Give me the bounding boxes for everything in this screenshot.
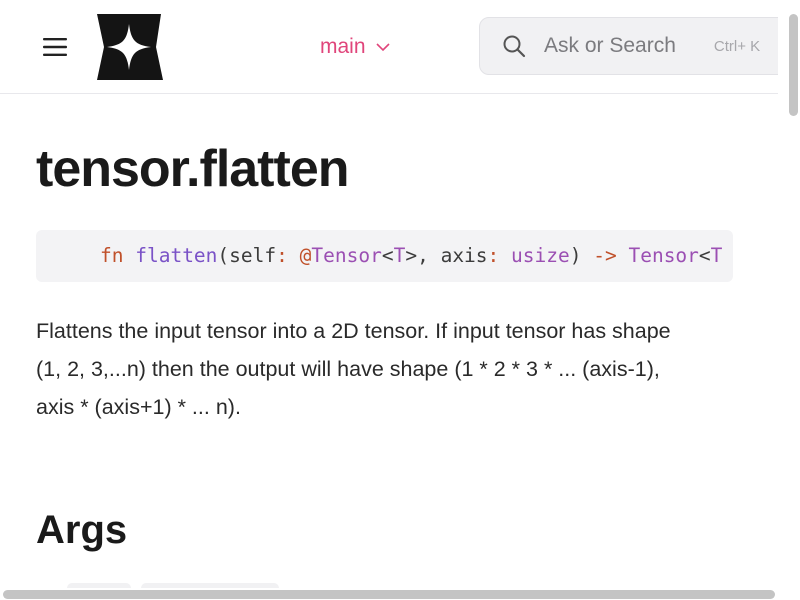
code-return-tensor: Tensor	[628, 244, 699, 267]
code-at-sign: @	[299, 244, 312, 267]
menu-button[interactable]	[36, 30, 74, 64]
code-function-name: flatten	[135, 244, 218, 267]
code-type-usize: usize	[511, 244, 570, 267]
search-bar[interactable]: Ask or Search Ctrl+ K	[479, 17, 800, 75]
horizontal-scrollbar-thumb[interactable]	[3, 590, 775, 599]
vertical-scrollbar[interactable]	[778, 0, 800, 600]
docs-page: main Ask or Search Ctrl+ K tensor.flatte…	[0, 0, 800, 600]
code-param-axis: axis	[440, 244, 488, 267]
horizontal-scrollbar[interactable]	[0, 588, 800, 600]
code-lt: <	[381, 244, 394, 267]
version-selector[interactable]: main	[320, 33, 390, 61]
top-header: main Ask or Search Ctrl+ K	[0, 0, 800, 94]
code-gt-comma: >,	[405, 244, 441, 267]
code-colon: :	[276, 244, 288, 267]
code-type-tensor: Tensor	[311, 244, 382, 267]
code-colon: :	[487, 244, 500, 267]
search-shortcut-hint: Ctrl+ K	[713, 37, 761, 55]
args-heading: Args	[36, 508, 128, 552]
code-open-paren: (	[217, 244, 230, 267]
version-label: main	[320, 35, 366, 58]
page-title: tensor.flatten	[36, 140, 350, 198]
code-param-self: self	[229, 244, 277, 267]
function-description: Flattens the input tensor into a 2D tens…	[36, 319, 671, 419]
code-return-t: T	[710, 244, 723, 267]
function-signature-code: fn flatten(self: @Tensor<T>, axis: usize…	[36, 230, 733, 282]
site-logo[interactable]	[93, 12, 165, 82]
vertical-scrollbar-thumb[interactable]	[789, 14, 798, 116]
code-keyword-fn: fn	[100, 244, 124, 267]
four-point-star-logo	[97, 14, 163, 80]
hamburger-menu-icon	[43, 38, 67, 56]
chevron-down-icon	[375, 43, 390, 52]
code-return-lt: <	[698, 244, 711, 267]
code-type-t: T	[393, 244, 406, 267]
code-arrow: ->	[593, 244, 617, 267]
code-close-paren: )	[569, 244, 594, 267]
search-placeholder: Ask or Search	[544, 34, 676, 57]
search-icon	[503, 35, 526, 58]
main-content: tensor.flatten fn flatten(self: @Tensor<…	[36, 94, 776, 600]
